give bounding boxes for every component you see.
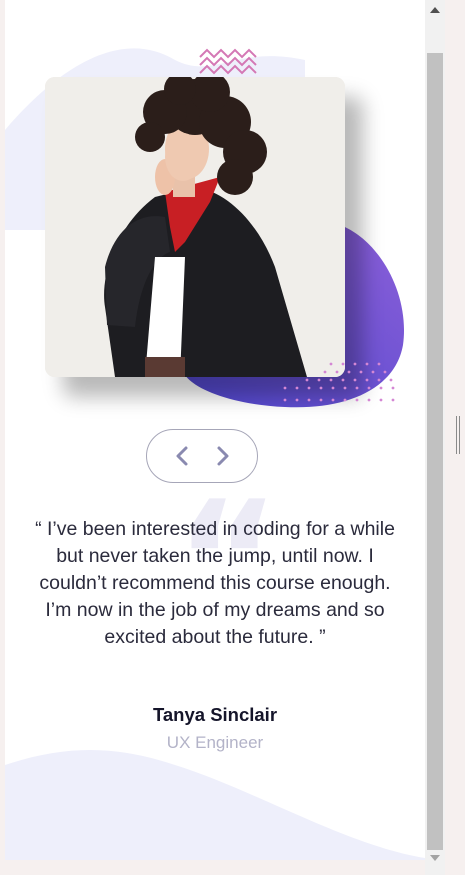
chevron-left-icon [176, 446, 187, 466]
person-image [45, 77, 345, 377]
scroll-up-icon[interactable] [430, 7, 440, 13]
testimonial-quote: “ I’ve been interested in coding for a w… [35, 518, 395, 648]
window-gutter [445, 0, 465, 875]
profile-photo [45, 77, 345, 377]
resize-handle-icon[interactable] [456, 416, 460, 454]
dots-pattern-icon [283, 362, 395, 402]
scrollbar-thumb[interactable] [427, 53, 443, 850]
testimonial-page: “ “ I’ve been interested in coding for a… [5, 0, 425, 860]
vertical-scrollbar[interactable] [425, 0, 445, 875]
scroll-down-icon[interactable] [430, 855, 440, 861]
zigzag-pattern-icon [199, 48, 257, 75]
author-name: Tanya Sinclair [152, 704, 278, 725]
chevron-right-icon [217, 446, 228, 466]
bottom-curve [5, 750, 425, 860]
